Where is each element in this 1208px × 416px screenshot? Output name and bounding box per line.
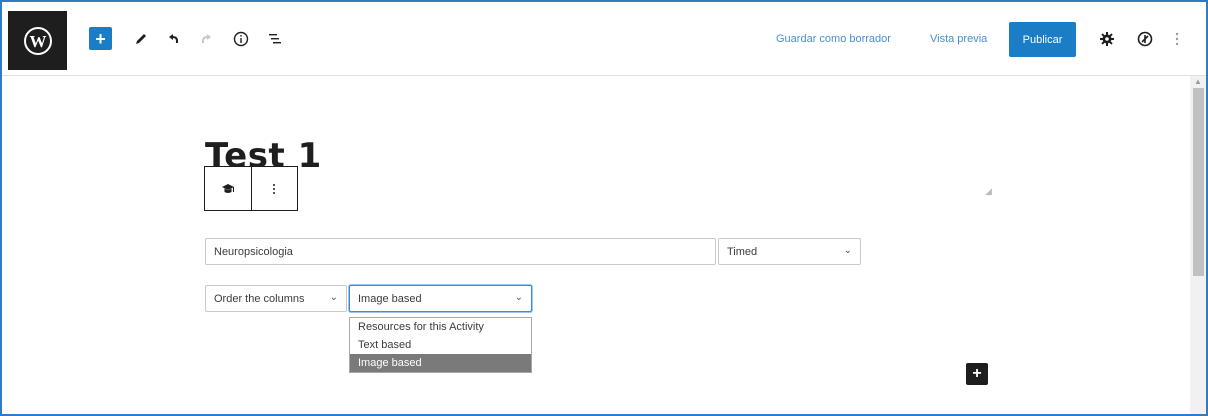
- undo-icon: [169, 34, 178, 43]
- block-toolbar: [204, 166, 298, 211]
- column-type-value: Order the columns: [214, 292, 305, 305]
- block-options-button[interactable]: [250, 167, 297, 210]
- plus-icon: +: [972, 365, 982, 382]
- publish-button[interactable]: Publicar: [1009, 22, 1076, 57]
- more-vertical-icon: [1175, 32, 1179, 46]
- chevron-down-icon: ⌄: [843, 245, 852, 256]
- preview-button[interactable]: Vista previa: [930, 33, 987, 45]
- dropdown-option-resources[interactable]: Resources for this Activity: [350, 318, 531, 336]
- info-icon: [233, 31, 249, 47]
- pencil-icon: [136, 34, 146, 44]
- inline-add-block-button[interactable]: +: [966, 363, 988, 385]
- plugin-button[interactable]: [1134, 28, 1156, 50]
- dropdown-option-image-based[interactable]: Image based: [350, 354, 531, 372]
- block-type-button[interactable]: [205, 167, 251, 210]
- column-type-select[interactable]: Order the columns ⌄: [205, 285, 347, 312]
- content-type-value: Image based: [358, 292, 422, 305]
- undo-button[interactable]: [162, 28, 184, 50]
- save-draft-button[interactable]: Guardar como borrador: [776, 33, 891, 45]
- scrollbar-thumb[interactable]: [1193, 88, 1204, 276]
- content-type-select[interactable]: Image based ⌄: [349, 285, 532, 312]
- plugin-icon: [1137, 31, 1153, 47]
- add-block-button[interactable]: +: [89, 27, 112, 50]
- list-view-button[interactable]: [264, 28, 286, 50]
- redo-button[interactable]: [196, 28, 218, 50]
- details-button[interactable]: [230, 28, 252, 50]
- kebab-icon: [273, 183, 276, 194]
- wordpress-logo[interactable]: W: [8, 11, 67, 70]
- chevron-down-icon: ⌄: [329, 292, 338, 303]
- svg-text:W: W: [29, 32, 46, 51]
- editor-header: W + Guardar como borrador Vista previa P…: [2, 2, 1206, 76]
- activity-mode-value: Timed: [727, 245, 758, 258]
- activity-mode-select[interactable]: Timed ⌄: [718, 238, 861, 265]
- dropdown-option-text-based[interactable]: Text based: [350, 336, 531, 354]
- chevron-down-icon: ⌄: [514, 292, 523, 303]
- redo-icon: [202, 34, 211, 43]
- tools-button[interactable]: [130, 28, 152, 50]
- settings-button[interactable]: [1096, 28, 1118, 50]
- activity-name-input[interactable]: Neuropsicologia: [205, 238, 716, 265]
- list-view-icon: [269, 34, 281, 44]
- more-options-button[interactable]: [1166, 28, 1188, 50]
- scroll-up-icon[interactable]: ▲: [1194, 77, 1202, 86]
- plus-icon: +: [95, 28, 106, 49]
- mortarboard-icon: [221, 183, 234, 193]
- resize-handle-icon: ◢: [985, 186, 992, 196]
- gear-icon: [1100, 32, 1114, 46]
- activity-name-value: Neuropsicologia: [214, 245, 293, 258]
- vertical-scrollbar[interactable]: ▲: [1190, 76, 1206, 414]
- content-type-dropdown: Resources for this Activity Text based I…: [349, 317, 532, 373]
- wordpress-logo-icon: W: [23, 26, 52, 55]
